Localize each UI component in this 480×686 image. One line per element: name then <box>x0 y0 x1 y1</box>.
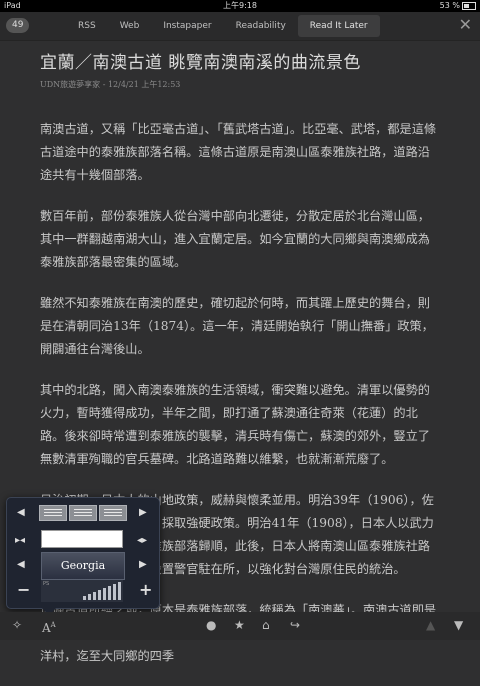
font-settings-icon[interactable]: AA <box>42 618 56 635</box>
sparkle-icon[interactable]: ✧ <box>12 618 22 632</box>
layout-option-medium[interactable] <box>69 505 97 521</box>
layout-option-narrow[interactable] <box>39 505 67 521</box>
size-label: PS <box>43 581 50 587</box>
article-title: 宜蘭／南澳古道 眺覽南澳南溪的曲流景色 <box>40 53 361 73</box>
prev-icon[interactable]: ▲ <box>426 618 435 632</box>
bottom-toolbar: ✧ AA ● ★ ⌂ ↪ ▲ ▼ <box>0 612 480 640</box>
battery-text: 53 % <box>439 1 460 10</box>
status-battery: 53 % <box>440 0 476 12</box>
unread-count-badge[interactable]: 49 <box>6 18 30 33</box>
decrease-size-button[interactable]: − <box>17 582 30 598</box>
reading-settings-popover: ◀ ▶ ▸◂ ◂▸ ◀ Georgia ▶ − PS + <box>6 497 160 616</box>
left-arrow-icon[interactable]: ◀ <box>17 508 25 518</box>
star-icon[interactable]: ★ <box>234 618 245 632</box>
share-icon[interactable]: ↪ <box>290 618 300 632</box>
margin-wide-icon[interactable]: ◂▸ <box>137 536 147 546</box>
dot-icon[interactable]: ● <box>206 618 216 632</box>
margin-preview <box>41 530 123 548</box>
tab-readability[interactable]: Readability <box>224 15 298 37</box>
increase-size-button[interactable]: + <box>139 582 152 598</box>
tab-rss[interactable]: RSS <box>66 15 108 37</box>
tab-web[interactable]: Web <box>108 15 152 37</box>
status-bar: iPad 上午9:18 53 % <box>0 0 480 12</box>
right-arrow-icon[interactable]: ▶ <box>139 508 147 518</box>
tag-icon[interactable]: ⌂ <box>262 618 270 632</box>
font-selector[interactable]: Georgia <box>41 552 125 580</box>
article-byline: UDN旅遊夢享家 - 12/4/21 上午12:53 <box>40 80 181 89</box>
layout-option-wide[interactable] <box>99 505 127 521</box>
status-time: 上午9:18 <box>223 1 257 10</box>
font-next-icon[interactable]: ▶ <box>139 560 147 570</box>
article-paragraph: 數百年前，部份泰雅族人從台灣中部向北遷徙，分散定居於北台灣山區，其中一群翻越南湖… <box>40 209 430 269</box>
close-icon[interactable]: ✕ <box>459 17 472 33</box>
font-prev-icon[interactable]: ◀ <box>17 560 25 570</box>
article-paragraph: 雖然不知泰雅族在南澳的歷史，確切起於何時，而其躍上歷史的舞台，則是在清朝同治13… <box>40 296 434 356</box>
article-paragraph: 南澳古道，又稱「比亞毫古道」、「舊武塔古道」。比亞毫、武塔，都是這條古道途中的泰… <box>40 122 437 182</box>
margin-narrow-icon[interactable]: ▸◂ <box>15 536 25 546</box>
source-tabs: RSS Web Instapaper Readability Read It L… <box>66 15 380 37</box>
tab-instapaper[interactable]: Instapaper <box>151 15 223 37</box>
battery-icon <box>462 1 476 10</box>
article-paragraph: 其中的北路，闖入南澳泰雅族的生活領域，衝突難以避免。清軍以優勢的火力，暫時獲得成… <box>40 383 430 466</box>
top-toolbar: 49 RSS Web Instapaper Readability Read I… <box>0 12 480 41</box>
next-icon[interactable]: ▼ <box>454 618 463 632</box>
font-size-scale[interactable]: PS <box>41 580 123 602</box>
tab-read-it-later[interactable]: Read It Later <box>297 15 380 37</box>
